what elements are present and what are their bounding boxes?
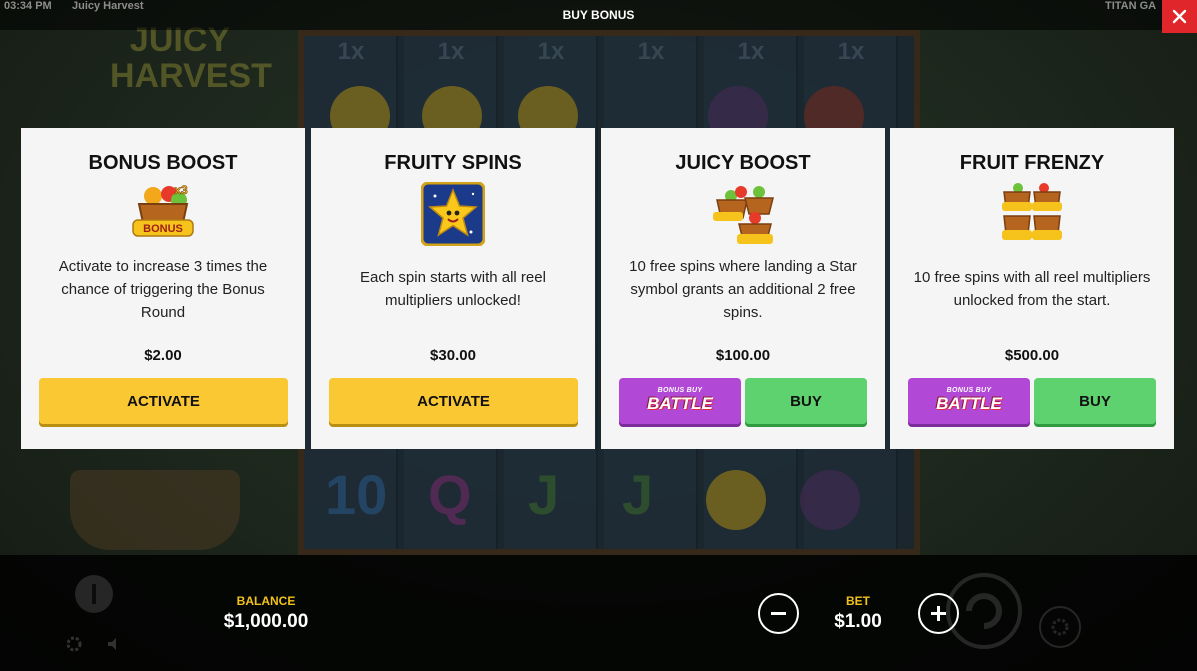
card-description: Activate to increase 3 times the chance … — [58, 258, 268, 321]
lemon-symbol-dimmed — [706, 470, 766, 530]
bonus-basket-icon: BONUS x3 — [132, 183, 194, 237]
buy-button[interactable]: BUY — [1034, 378, 1156, 424]
card-price: $30.00 — [430, 347, 476, 364]
card-title: JUICY BOOST — [675, 152, 811, 174]
card-title: FRUIT FRENZY — [959, 152, 1105, 174]
bonus-buy-battle-button[interactable]: BONUS BUY BATTLE — [908, 378, 1030, 424]
card-description: 10 free spins with all reel multipliers … — [913, 269, 1151, 309]
activate-button[interactable]: ACTIVATE — [329, 378, 578, 424]
card-price: $100.00 — [715, 347, 771, 364]
activate-button[interactable]: ACTIVATE — [39, 378, 288, 424]
autoplay-icon — [1039, 606, 1081, 648]
bonus-baskets-stack-icon — [1002, 183, 1062, 240]
top-bar: 03:34 PM Juicy Harvest BUY BONUS TITAN G… — [0, 0, 1197, 30]
card-title: BONUS BOOST — [88, 152, 238, 174]
grapes-symbol-dimmed — [800, 470, 860, 530]
bet-increase-button[interactable] — [918, 593, 959, 634]
card-description: 10 free spins where landing a Star symbo… — [629, 258, 857, 321]
card-price: $500.00 — [1004, 347, 1060, 364]
bonus-card-juicy-boost: JUICY BOOST 10 free spins where landing … — [601, 128, 885, 449]
bonus-buy-battle-logo: BONUS BUY BATTLE — [936, 387, 1002, 413]
sound-icon — [108, 638, 116, 650]
ten-symbol-dimmed: 10 — [325, 463, 388, 526]
bet-label: BET — [846, 594, 870, 608]
plus-icon — [931, 606, 946, 621]
bonus-baskets-icon — [713, 186, 774, 244]
close-button[interactable] — [1162, 0, 1197, 33]
card-price: $2.00 — [144, 347, 182, 364]
card-title: FRUITY SPINS — [384, 152, 522, 174]
page-title: BUY BONUS — [562, 8, 635, 22]
j-symbol-dimmed: J — [622, 463, 654, 526]
bet-value: $1.00 — [834, 611, 882, 632]
bonus-card-fruit-frenzy: FRUIT FRENZY 10 free spins with all reel… — [890, 128, 1174, 449]
card-description: Each spin starts with all reel multiplie… — [360, 269, 546, 309]
provider-name: TITAN GA — [1105, 0, 1157, 12]
balance-label: BALANCE — [236, 594, 296, 608]
svg-text:BONUS: BONUS — [143, 223, 183, 235]
settings-gear-icon — [66, 636, 82, 652]
bonus-buy-battle-button[interactable]: BONUS BUY BATTLE — [619, 378, 741, 424]
svg-text:x3: x3 — [174, 183, 188, 197]
bonus-card-fruity-spins: FRUITY SPINS Each spin starts with all r… — [311, 128, 595, 449]
buy-button[interactable]: BUY — [745, 378, 867, 424]
bonus-buy-battle-logo: BONUS BUY BATTLE — [647, 387, 713, 413]
balance-value: $1,000.00 — [223, 611, 309, 632]
info-icon — [75, 575, 113, 613]
fruit-basket-dimmed — [70, 470, 240, 550]
q-symbol-dimmed: Q — [428, 463, 472, 526]
game-logo-dimmed: JUICY HARVEST — [110, 21, 272, 95]
bonus-card-bonus-boost: BONUS BOOST BONUS x3 Activate to increas… — [21, 128, 305, 449]
j-symbol-dimmed: J — [528, 463, 560, 526]
star-icon — [421, 182, 485, 246]
minus-icon — [771, 612, 786, 615]
close-icon — [1172, 9, 1187, 24]
bet-decrease-button[interactable] — [758, 593, 799, 634]
